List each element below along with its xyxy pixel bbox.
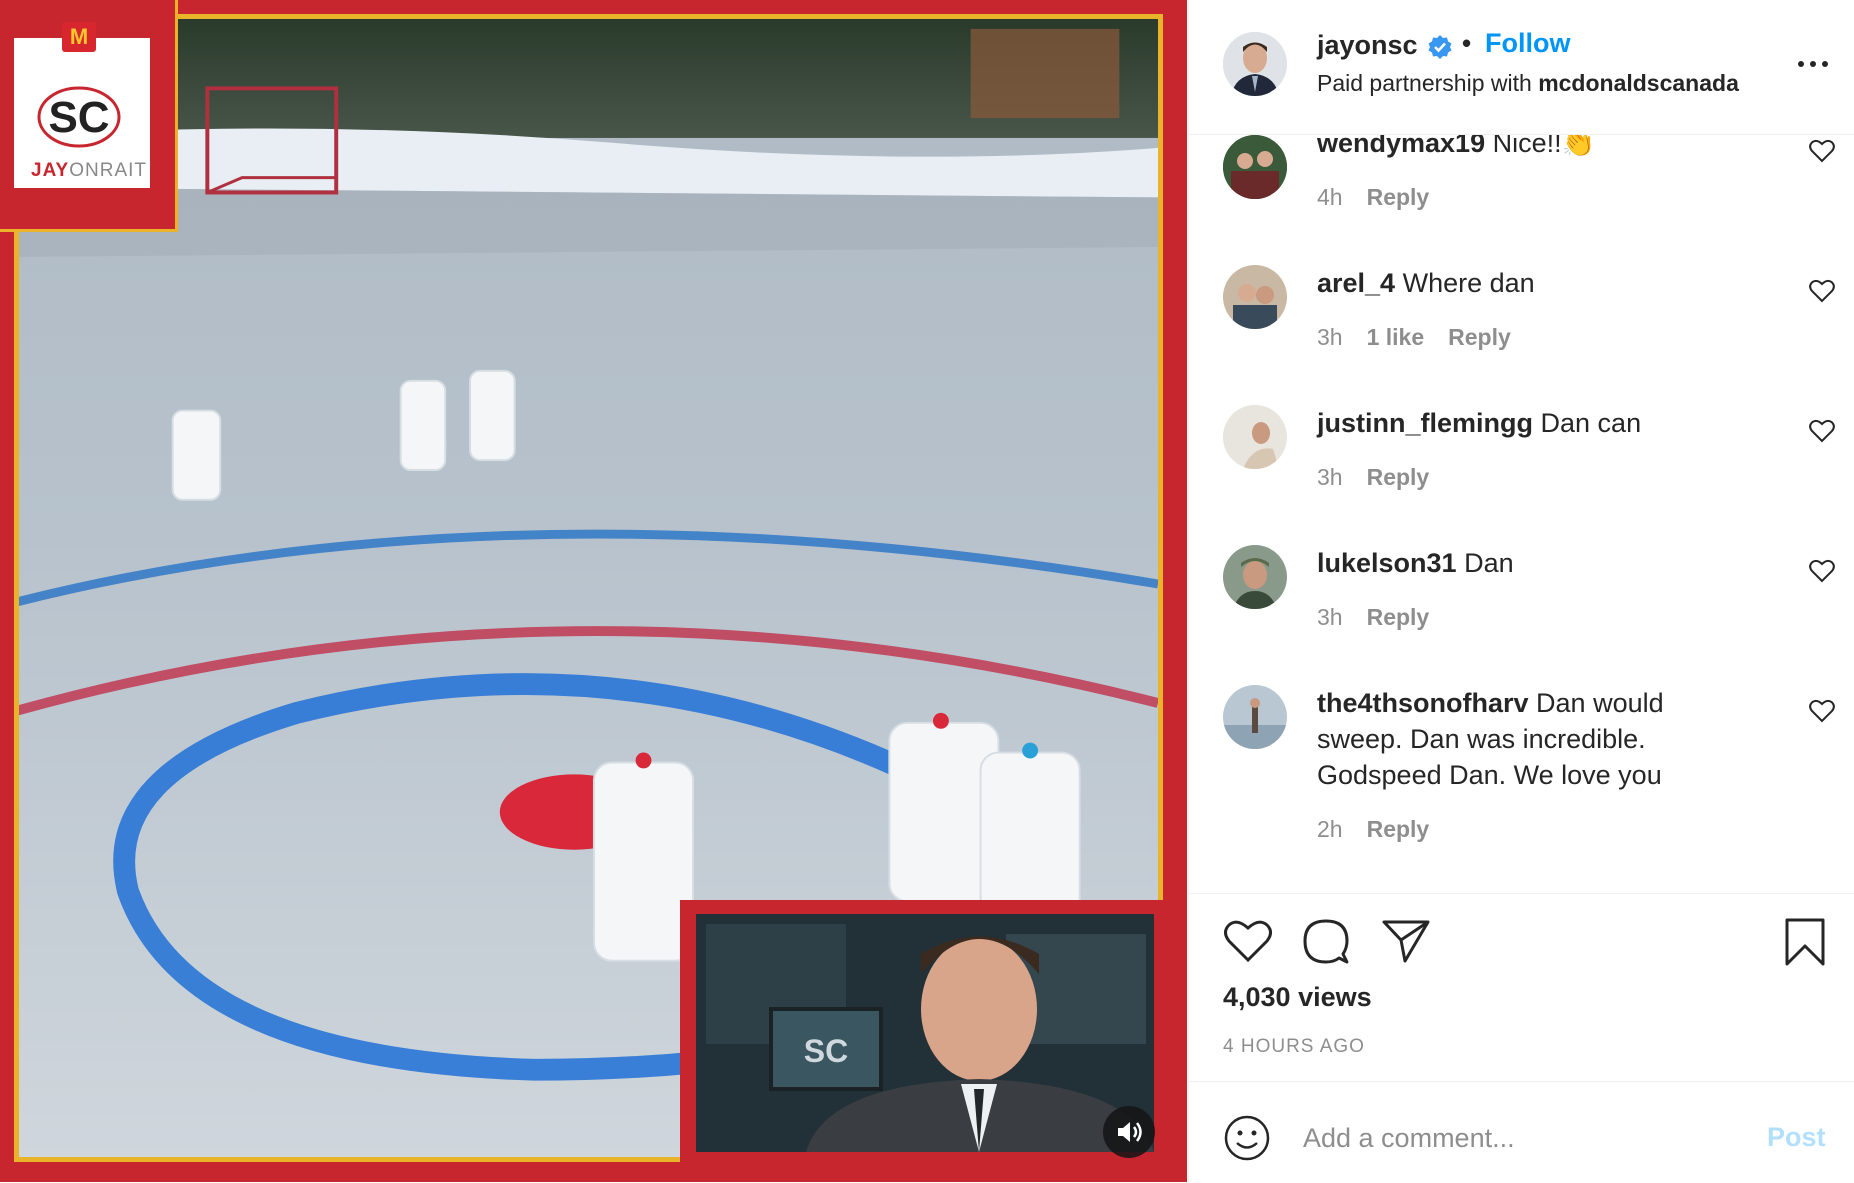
author-avatar[interactable]	[1223, 32, 1287, 96]
comment-meta: 3h 1 like Reply	[1317, 324, 1511, 350]
partner-link[interactable]: mcdonaldscanada	[1538, 70, 1739, 96]
comment-meta: 4h Reply	[1317, 184, 1430, 210]
post-header: jayonsc • Follow Paid partnership with m…	[1189, 0, 1854, 135]
comment-text: lukelson31 Dan	[1317, 548, 1514, 578]
comment-username[interactable]: justinn_flemingg	[1317, 408, 1533, 438]
sc-logo-mark: SC	[37, 86, 121, 148]
commenter-avatar[interactable]	[1223, 545, 1287, 609]
comment-icon[interactable]	[1301, 916, 1351, 966]
post-media[interactable]: M SC JAYONRAIT SC	[0, 0, 1187, 1182]
post-sidebar: jayonsc • Follow Paid partnership with m…	[1188, 0, 1854, 1182]
comment-text: the4thsonofharv Dan would sweep. Dan was…	[1317, 688, 1664, 790]
comment-text: justinn_flemingg Dan can	[1317, 408, 1642, 438]
commenter-avatar[interactable]	[1223, 265, 1287, 329]
reply-button[interactable]: Reply	[1367, 464, 1430, 490]
sound-icon	[1118, 1122, 1142, 1142]
comment-like-heart-icon[interactable]	[1809, 279, 1835, 303]
views-count[interactable]: 4,030 views	[1223, 982, 1372, 1013]
sound-toggle-button[interactable]	[1103, 1106, 1155, 1158]
comments-list[interactable]: wendymax19 Nice!!👏 4h Reply arel_4 Where …	[1189, 135, 1854, 893]
comment-username[interactable]: arel_4	[1317, 268, 1395, 298]
comment-input[interactable]	[1301, 1112, 1745, 1164]
sportscentre-logo: M SC JAYONRAIT	[0, 0, 178, 232]
picture-in-picture-video[interactable]: SC	[680, 900, 1168, 1164]
more-options-icon[interactable]	[1795, 54, 1831, 74]
paid-partnership-label: Paid partnership with mcdonaldscanada	[1317, 70, 1739, 96]
add-comment-bar: Post	[1189, 1081, 1854, 1183]
reply-button[interactable]: Reply	[1367, 604, 1430, 630]
bookmark-icon[interactable]	[1783, 916, 1827, 968]
share-icon[interactable]	[1381, 918, 1431, 964]
comment-text: arel_4 Where dan	[1317, 268, 1535, 298]
comment-like-heart-icon[interactable]	[1809, 699, 1835, 723]
post-timestamp[interactable]: 4 HOURS AGO	[1223, 1036, 1365, 1058]
studio-scene: SC	[696, 914, 1154, 1152]
comment-like-heart-icon[interactable]	[1809, 419, 1835, 443]
verified-icon	[1428, 35, 1452, 59]
author-username[interactable]: jayonsc	[1317, 30, 1418, 61]
comment-like-heart-icon[interactable]	[1809, 139, 1835, 163]
post-actions: 4,030 views 4 HOURS AGO	[1189, 893, 1854, 1082]
comment-username[interactable]: lukelson31	[1317, 548, 1457, 578]
comment-like-heart-icon[interactable]	[1809, 559, 1835, 583]
comment-meta: 2h Reply	[1317, 816, 1430, 842]
separator-dot: •	[1462, 28, 1472, 58]
comment-likes-count[interactable]: 1 like	[1367, 324, 1425, 350]
commenter-avatar[interactable]	[1223, 135, 1287, 199]
mcdonalds-badge: M	[62, 22, 96, 52]
like-heart-icon[interactable]	[1223, 918, 1273, 964]
pip-sc-logo: SC	[804, 1033, 848, 1069]
logo-wordmark: JAYONRAIT	[31, 160, 147, 181]
comment-meta: 3h Reply	[1317, 464, 1430, 490]
comment-username[interactable]: the4thsonofharv	[1317, 688, 1529, 718]
reply-button[interactable]: Reply	[1367, 816, 1430, 842]
follow-button[interactable]: Follow	[1485, 28, 1570, 59]
commenter-avatar[interactable]	[1223, 685, 1287, 749]
reply-button[interactable]: Reply	[1367, 184, 1430, 210]
emoji-icon[interactable]	[1223, 1114, 1271, 1162]
post-comment-button[interactable]: Post	[1767, 1122, 1826, 1153]
comment-meta: 3h Reply	[1317, 604, 1430, 630]
comment-text: wendymax19 Nice!!👏	[1317, 135, 1737, 161]
studio-anchor-video: SC	[696, 914, 1154, 1152]
commenter-avatar[interactable]	[1223, 405, 1287, 469]
reply-button[interactable]: Reply	[1448, 324, 1511, 350]
svg-text:SC: SC	[48, 93, 109, 142]
comment-username[interactable]: wendymax19	[1317, 135, 1485, 158]
